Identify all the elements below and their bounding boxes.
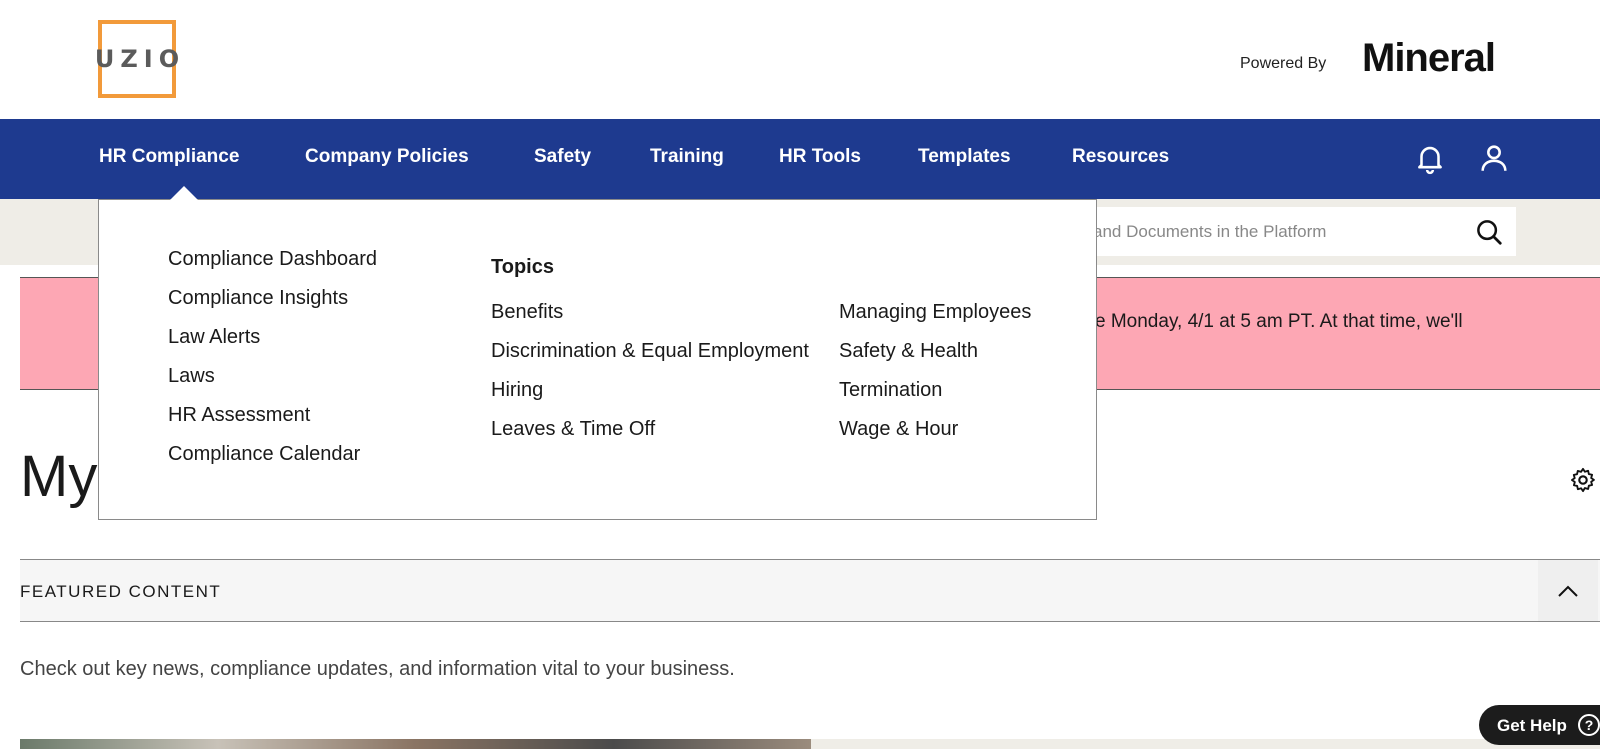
menu-laws[interactable]: Laws bbox=[168, 365, 215, 388]
nav-company-policies[interactable]: Company Policies bbox=[305, 146, 469, 168]
user-icon[interactable] bbox=[1477, 141, 1511, 175]
nav-safety[interactable]: Safety bbox=[534, 146, 591, 168]
gear-icon[interactable] bbox=[1569, 466, 1597, 494]
top-header: UZIO Powered By Mineral bbox=[0, 0, 1600, 119]
search-icon[interactable] bbox=[1474, 217, 1504, 247]
nav-hr-compliance[interactable]: HR Compliance bbox=[99, 146, 239, 168]
search-input[interactable]: and Documents in the Platform bbox=[1080, 207, 1516, 256]
topics-heading: Topics bbox=[491, 256, 554, 278]
topic-benefits[interactable]: Benefits bbox=[491, 301, 563, 324]
powered-by-label: Powered By bbox=[1240, 55, 1327, 72]
chevron-up-icon bbox=[1558, 585, 1578, 597]
collapse-button[interactable] bbox=[1538, 560, 1598, 621]
nav-hr-tools[interactable]: HR Tools bbox=[779, 146, 861, 168]
search-placeholder: and Documents in the Platform bbox=[1093, 222, 1327, 241]
bell-icon[interactable] bbox=[1413, 141, 1447, 175]
logo-text: UZIO bbox=[94, 45, 186, 73]
menu-compliance-dashboard[interactable]: Compliance Dashboard bbox=[168, 248, 377, 271]
topic-termination[interactable]: Termination bbox=[839, 379, 942, 402]
featured-content-header: FEATURED CONTENT bbox=[20, 559, 1600, 622]
menu-law-alerts[interactable]: Law Alerts bbox=[168, 326, 260, 349]
hr-compliance-dropdown: Compliance Dashboard Compliance Insights… bbox=[98, 199, 1097, 520]
get-help-button[interactable]: Get Help ? bbox=[1479, 705, 1600, 745]
topic-safety-health[interactable]: Safety & Health bbox=[839, 340, 978, 363]
uzio-logo[interactable]: UZIO bbox=[95, 20, 179, 98]
alert-text: e Monday, 4/1 at 5 am PT. At that time, … bbox=[1095, 311, 1463, 332]
menu-compliance-calendar[interactable]: Compliance Calendar bbox=[168, 443, 360, 466]
main-nav: HR Compliance Company Policies Safety Tr… bbox=[0, 119, 1600, 199]
nav-resources[interactable]: Resources bbox=[1072, 146, 1169, 168]
topic-managing-employees[interactable]: Managing Employees bbox=[839, 301, 1031, 324]
mineral-logo: Mineral bbox=[1362, 36, 1496, 80]
menu-compliance-insights[interactable]: Compliance Insights bbox=[168, 287, 348, 310]
page-title: My bbox=[20, 444, 98, 509]
featured-image[interactable] bbox=[20, 739, 811, 749]
featured-card-bg bbox=[811, 739, 1600, 749]
topic-leaves-time-off[interactable]: Leaves & Time Off bbox=[491, 418, 655, 441]
topic-discrimination[interactable]: Discrimination & Equal Employment bbox=[491, 340, 809, 363]
topic-wage-hour[interactable]: Wage & Hour bbox=[839, 418, 958, 441]
nav-training[interactable]: Training bbox=[650, 146, 724, 168]
help-icon: ? bbox=[1578, 714, 1600, 736]
nav-templates[interactable]: Templates bbox=[918, 146, 1011, 168]
menu-hr-assessment[interactable]: HR Assessment bbox=[168, 404, 310, 427]
get-help-label: Get Help bbox=[1497, 716, 1567, 735]
featured-content-label: FEATURED CONTENT bbox=[20, 582, 222, 601]
dropdown-caret bbox=[170, 186, 198, 200]
topic-hiring[interactable]: Hiring bbox=[491, 379, 543, 402]
featured-description: Check out key news, compliance updates, … bbox=[20, 658, 735, 680]
